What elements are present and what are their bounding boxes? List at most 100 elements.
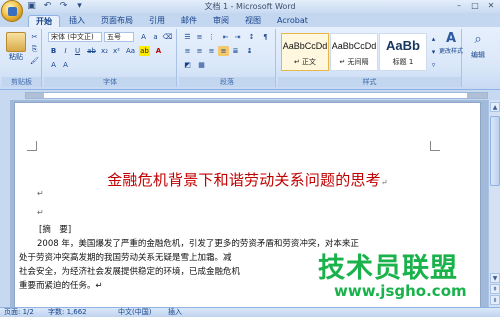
body-line: 重要而紧迫的任务。↵ bbox=[19, 281, 103, 291]
status-page[interactable]: 页面: 1/2 bbox=[4, 308, 34, 317]
prev-page-icon[interactable]: ⇞ bbox=[490, 284, 500, 294]
style-no-spacing[interactable]: AaBbCcDd ↵ 无间隔 bbox=[330, 33, 378, 71]
office-logo-icon bbox=[7, 6, 17, 16]
highlight-icon[interactable]: ab bbox=[139, 46, 150, 56]
styles-scroll-up-icon[interactable]: ▴ bbox=[428, 34, 439, 46]
font-group: 宋体 (中文正) 五号 A a ⌫ B I U ab x₂ x² Aa ab A… bbox=[44, 29, 177, 87]
document-title: 金融危机背景下和谐劳动关系问题的思考↵ bbox=[107, 171, 388, 189]
copy-icon[interactable]: ⎘ bbox=[29, 44, 40, 54]
show-marks-icon[interactable]: ¶ bbox=[260, 32, 271, 42]
shrink-font-icon[interactable]: a bbox=[150, 32, 161, 42]
title-bar: ▣ ↶ ↷ ▾ 文档 1 - Microsoft Word – □ ✕ bbox=[0, 0, 500, 22]
change-styles-icon: A bbox=[445, 31, 457, 46]
editing-label: 编辑 bbox=[471, 51, 485, 59]
paste-icon bbox=[6, 32, 26, 52]
body-line: 社会安全，为经济社会发展提供稳定的环境，已成金融危机 bbox=[19, 267, 241, 277]
tab-page-layout[interactable]: 页面布局 bbox=[94, 15, 140, 27]
tab-insert[interactable]: 插入 bbox=[62, 15, 92, 27]
abstract-label: [摘 要] bbox=[39, 225, 72, 235]
maximize-button[interactable]: □ bbox=[468, 1, 482, 11]
paste-button[interactable]: 粘贴 bbox=[6, 32, 26, 62]
char-border-icon[interactable]: A bbox=[60, 60, 71, 70]
style-no-spacing-name: ↵ 无间隔 bbox=[339, 58, 369, 66]
paste-label: 粘贴 bbox=[9, 53, 23, 61]
shading-icon[interactable]: ◩ bbox=[182, 60, 193, 70]
font-size-select[interactable]: 五号 bbox=[104, 32, 134, 42]
watermark: 技术员联盟 www.jsgho.com bbox=[296, 246, 488, 306]
cut-icon[interactable]: ✂ bbox=[29, 32, 40, 42]
style-heading-1[interactable]: AaBb 标题 1 bbox=[379, 33, 427, 71]
body-line: 处于劳资冲突高发期的我国劳动关系无疑是雪上加霜。减 bbox=[19, 253, 232, 263]
bold-icon[interactable]: B bbox=[48, 46, 59, 56]
subscript-icon[interactable]: x₂ bbox=[99, 46, 110, 56]
paragraph-group-label: 段落 bbox=[179, 77, 275, 87]
styles-more-icon[interactable]: ▿ bbox=[428, 60, 439, 72]
decrease-indent-icon[interactable]: ⇤ bbox=[220, 32, 231, 42]
minimize-button[interactable]: – bbox=[452, 1, 466, 11]
window-title: 文档 1 - Microsoft Word bbox=[204, 2, 296, 11]
change-styles-button[interactable]: A 更改样式 bbox=[439, 31, 464, 55]
multilevel-list-icon[interactable]: ⋮ bbox=[206, 32, 217, 42]
distribute-icon[interactable]: ≣ bbox=[230, 46, 241, 56]
change-case-icon[interactable]: Aa bbox=[125, 46, 136, 56]
next-page-icon[interactable]: ⇟ bbox=[490, 295, 500, 305]
paragraph-mark: ↵ bbox=[37, 208, 44, 217]
increase-indent-icon[interactable]: ⇥ bbox=[232, 32, 243, 42]
clipboard-group-label: 剪贴板 bbox=[2, 77, 41, 87]
vertical-ruler[interactable] bbox=[0, 100, 10, 307]
scroll-down-icon[interactable]: ▼ bbox=[490, 273, 500, 283]
tab-references[interactable]: 引用 bbox=[142, 15, 172, 27]
style-normal[interactable]: AaBbCcDd ↵ 正文 bbox=[281, 33, 329, 71]
status-bar: 页面: 1/2 字数: 1,662 中文(中国) 插入 bbox=[0, 307, 500, 317]
paragraph-mark: ↵ bbox=[37, 189, 44, 198]
ribbon: 粘贴 ✂ ⎘ 🖌 剪贴板 宋体 (中文正) 五号 A a ⌫ B I U ab … bbox=[0, 27, 500, 90]
italic-icon[interactable]: I bbox=[60, 46, 71, 56]
strikethrough-icon[interactable]: ab bbox=[86, 46, 97, 56]
font-color-icon[interactable]: A bbox=[153, 46, 164, 56]
align-left-icon[interactable]: ≡ bbox=[182, 46, 193, 56]
bullets-icon[interactable]: ☰ bbox=[182, 32, 193, 42]
status-language[interactable]: 中文(中国) bbox=[118, 308, 151, 317]
tab-view[interactable]: 视图 bbox=[238, 15, 268, 27]
justify-icon[interactable]: ≡ bbox=[218, 46, 229, 56]
style-no-spacing-sample: AaBbCcDd bbox=[331, 41, 377, 51]
tab-acrobat[interactable]: Acrobat bbox=[270, 15, 315, 27]
editing-button[interactable]: ⌕ 编辑 bbox=[470, 32, 486, 60]
status-word-count[interactable]: 字数: 1,662 bbox=[48, 308, 87, 317]
char-shading-icon[interactable]: A bbox=[48, 60, 59, 70]
underline-icon[interactable]: U bbox=[72, 46, 83, 56]
styles-scroll-down-icon[interactable]: ▾ bbox=[428, 47, 439, 59]
vertical-scrollbar[interactable]: ▲ ▼ ⇞ ⇟ bbox=[488, 100, 500, 307]
align-right-icon[interactable]: ≡ bbox=[206, 46, 217, 56]
watermark-url: www.jsgho.com bbox=[334, 282, 467, 300]
align-center-icon[interactable]: ≡ bbox=[194, 46, 205, 56]
font-name-select[interactable]: 宋体 (中文正) bbox=[48, 32, 102, 42]
ribbon-tabs: 开始 插入 页面布局 引用 邮件 审阅 视图 Acrobat bbox=[0, 13, 500, 27]
scroll-up-icon[interactable]: ▲ bbox=[490, 102, 500, 112]
tab-home[interactable]: 开始 bbox=[28, 15, 60, 27]
format-painter-icon[interactable]: 🖌 bbox=[29, 56, 40, 66]
change-styles-label: 更改样式 bbox=[439, 48, 464, 55]
tab-review[interactable]: 审阅 bbox=[206, 15, 236, 27]
style-heading-1-sample: AaBb bbox=[386, 38, 420, 53]
find-icon: ⌕ bbox=[474, 32, 482, 47]
line-spacing-icon[interactable]: ↨ bbox=[244, 46, 255, 56]
superscript-icon[interactable]: x² bbox=[111, 46, 122, 56]
style-heading-1-name: 标题 1 bbox=[392, 58, 414, 66]
close-button[interactable]: ✕ bbox=[484, 1, 498, 11]
clear-format-icon[interactable]: ⌫ bbox=[162, 32, 173, 42]
horizontal-ruler[interactable] bbox=[0, 90, 500, 100]
style-normal-sample: AaBbCcDd bbox=[282, 41, 328, 51]
paragraph-group: ☰ ≡ ⋮ ⇤ ⇥ ↕ ¶ ≡ ≡ ≡ ≡ ≣ ↨ ◩ ▦ 段落 bbox=[179, 29, 276, 87]
scroll-thumb[interactable] bbox=[490, 116, 500, 186]
numbering-icon[interactable]: ≡ bbox=[194, 32, 205, 42]
clipboard-group: 粘贴 ✂ ⎘ 🖌 剪贴板 bbox=[2, 29, 42, 87]
style-normal-name: ↵ 正文 bbox=[293, 58, 317, 66]
office-button[interactable] bbox=[1, 0, 23, 22]
status-insert-mode[interactable]: 插入 bbox=[168, 308, 182, 317]
sort-icon[interactable]: ↕ bbox=[246, 32, 257, 42]
tab-mailings[interactable]: 邮件 bbox=[174, 15, 204, 27]
styles-group: AaBbCcDd ↵ 正文 AaBbCcDd ↵ 无间隔 AaBb 标题 1 ▴… bbox=[278, 29, 464, 87]
grow-font-icon[interactable]: A bbox=[138, 32, 149, 42]
borders-icon[interactable]: ▦ bbox=[196, 60, 207, 70]
